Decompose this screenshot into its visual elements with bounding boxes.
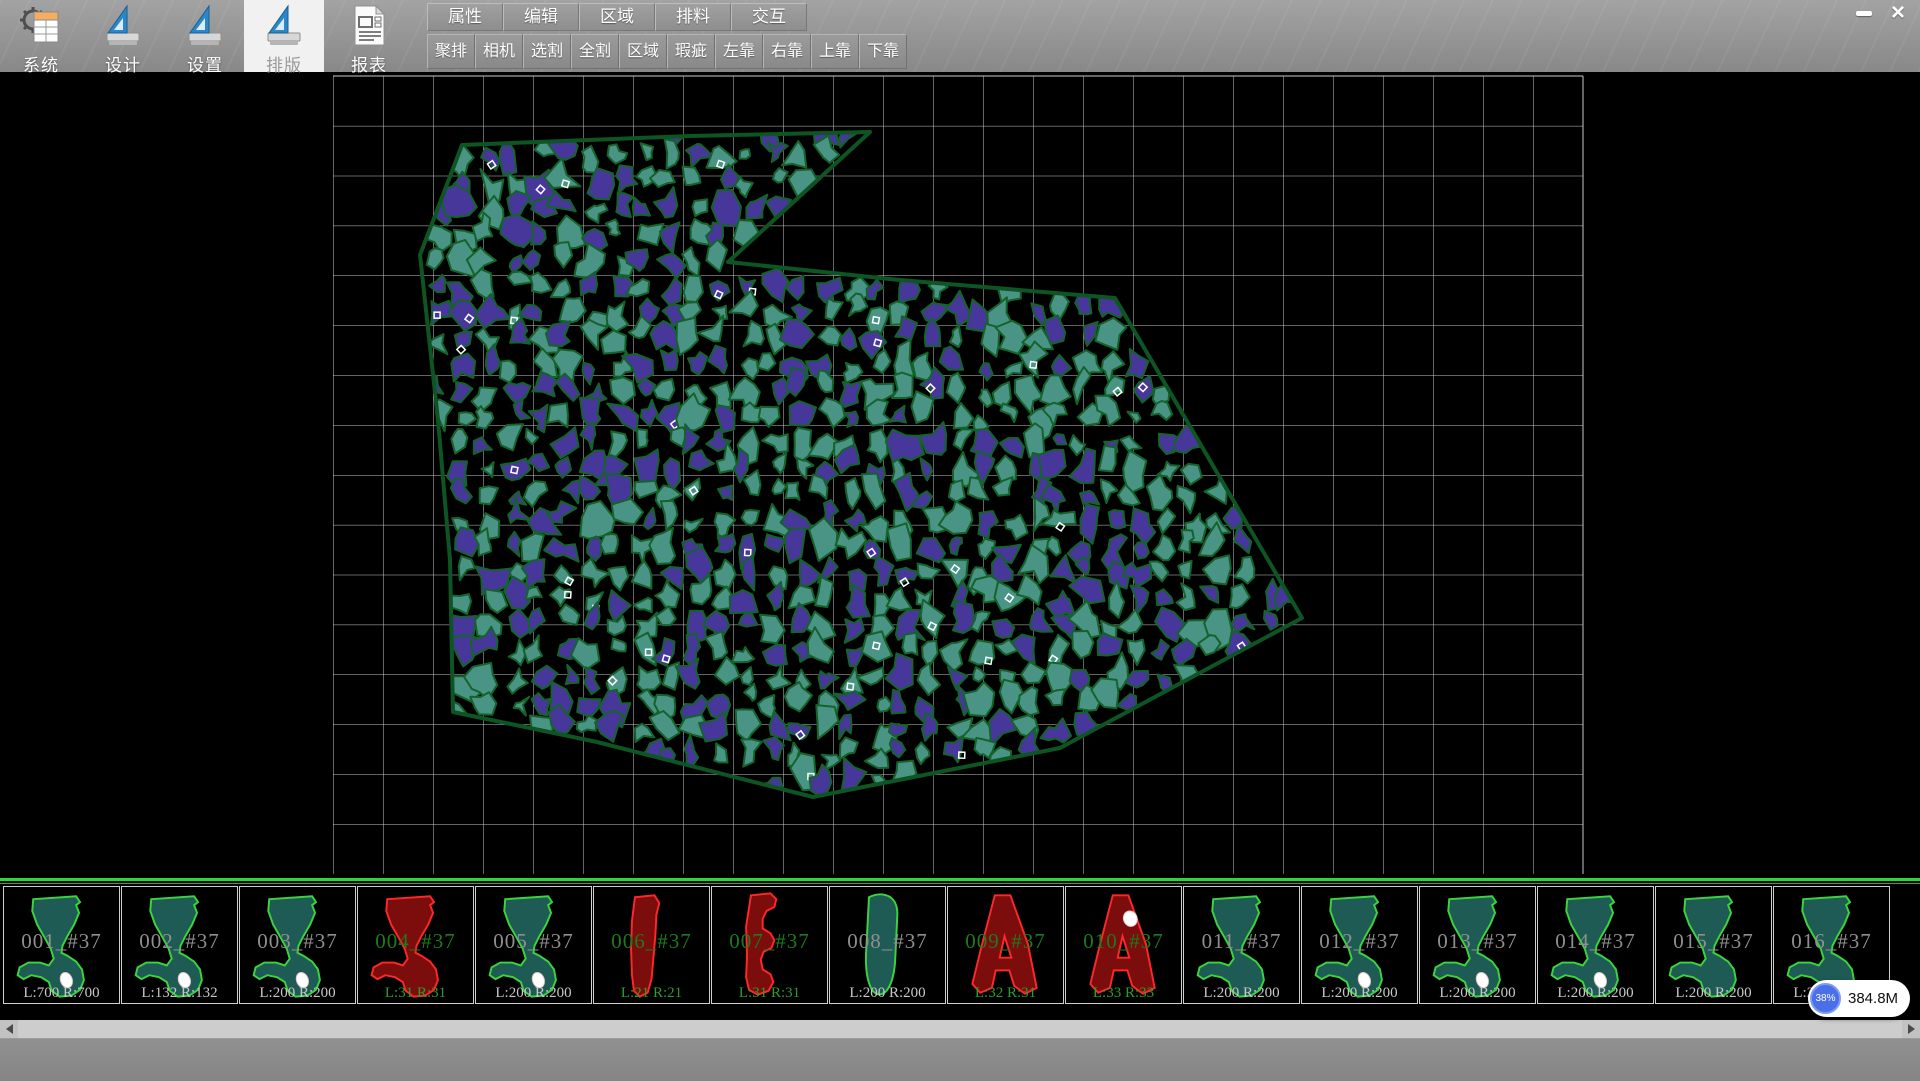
part-thumbnail[interactable]: 008_#37 L:200 R:200 bbox=[829, 886, 946, 1004]
part-id-label: 002_#37 bbox=[122, 929, 237, 954]
part-id-label: 011_#37 bbox=[1184, 929, 1299, 954]
triangle-ruler-icon bbox=[244, 0, 324, 51]
part-thumbnail[interactable]: 006_#37 L:21 R:21 bbox=[593, 886, 710, 1004]
part-thumbnail-strip: 001_#37L:700 R:700002_#37L:132 R:132003_… bbox=[0, 878, 1920, 1008]
part-thumbnail-list: 001_#37L:700 R:700002_#37L:132 R:132003_… bbox=[3, 886, 1891, 1006]
nav-design[interactable]: 设计 bbox=[84, 0, 162, 72]
part-thumbnail[interactable]: 005_#37 L:200 R:200 bbox=[475, 886, 592, 1004]
part-thumbnail[interactable]: 013_#37 L:200 R:200 bbox=[1419, 886, 1536, 1004]
part-thumbnail[interactable]: 001_#37 L:700 R:700 bbox=[3, 886, 120, 1004]
toolbar: 系统 设计 设置 bbox=[0, 0, 1920, 73]
tab-properties[interactable]: 属性 bbox=[427, 3, 503, 31]
part-lr-label: L:200 R:200 bbox=[476, 985, 591, 1002]
part-lr-label: L:32 R:31 bbox=[948, 985, 1063, 1002]
part-thumbnail[interactable]: 011_#37 L:200 R:200 bbox=[1183, 886, 1300, 1004]
part-id-label: 005_#37 bbox=[476, 929, 591, 954]
part-id-label: 003_#37 bbox=[240, 929, 355, 954]
tab-interactive[interactable]: 交互 bbox=[731, 3, 807, 31]
system-gear-icon bbox=[2, 0, 80, 51]
part-id-label: 006_#37 bbox=[594, 929, 709, 954]
part-thumbnail[interactable]: 003_#37 L:200 R:200 bbox=[239, 886, 356, 1004]
minimize-icon bbox=[1856, 11, 1872, 16]
nav-layout[interactable]: 排版 bbox=[244, 0, 324, 72]
nav-report[interactable]: 报表 bbox=[330, 0, 408, 72]
triangle-ruler-icon bbox=[84, 0, 162, 51]
part-id-label: 016_#37 bbox=[1774, 929, 1889, 954]
part-lr-label: L:700 R:700 bbox=[4, 985, 119, 1002]
tool-snap-bottom[interactable]: 下靠 bbox=[859, 34, 907, 69]
tool-snap-left[interactable]: 左靠 bbox=[715, 34, 763, 69]
scroll-left-button[interactable] bbox=[0, 1020, 18, 1038]
part-id-label: 008_#37 bbox=[830, 929, 945, 954]
part-lr-label: L:200 R:200 bbox=[1184, 985, 1299, 1002]
progress-ring: 38% bbox=[1810, 983, 1841, 1014]
tool-snap-right[interactable]: 右靠 bbox=[763, 34, 811, 69]
part-thumbnail[interactable]: 010_#37 L:33 R:33 bbox=[1065, 886, 1182, 1004]
hide-layout-svg bbox=[0, 72, 1920, 878]
tab-nesting[interactable]: 排料 bbox=[655, 3, 731, 31]
nesting-canvas[interactable] bbox=[0, 72, 1920, 878]
part-thumbnail[interactable]: 004_#37 L:31 R:31 bbox=[357, 886, 474, 1004]
strip-divider-line bbox=[0, 878, 1920, 881]
tool-defect[interactable]: 瑕疵 bbox=[667, 34, 715, 69]
part-lr-label: L:31 R:31 bbox=[712, 985, 827, 1002]
arrow-left-icon bbox=[6, 1024, 13, 1034]
part-lr-label: L:200 R:200 bbox=[830, 985, 945, 1002]
status-badge[interactable]: 38% 384.8M bbox=[1808, 980, 1910, 1017]
strip-divider-line2 bbox=[0, 883, 1920, 884]
scroll-right-button[interactable] bbox=[1902, 1020, 1920, 1038]
tool-snap-top[interactable]: 上靠 bbox=[811, 34, 859, 69]
part-id-label: 010_#37 bbox=[1066, 929, 1181, 954]
part-thumbnail[interactable]: 009_#37 L:32 R:31 bbox=[947, 886, 1064, 1004]
tool-cut-all[interactable]: 全割 bbox=[571, 34, 619, 69]
status-bar bbox=[0, 1038, 1920, 1081]
part-id-label: 007_#37 bbox=[712, 929, 827, 954]
part-lr-label: L:200 R:200 bbox=[1302, 985, 1417, 1002]
arrow-right-icon bbox=[1908, 1024, 1915, 1034]
part-lr-label: L:200 R:200 bbox=[240, 985, 355, 1002]
tool-select-cut[interactable]: 选割 bbox=[523, 34, 571, 69]
part-id-label: 013_#37 bbox=[1420, 929, 1535, 954]
tab-region[interactable]: 区域 bbox=[579, 3, 655, 31]
close-button[interactable]: × bbox=[1884, 2, 1912, 24]
part-id-label: 014_#37 bbox=[1538, 929, 1653, 954]
nav-settings[interactable]: 设置 bbox=[166, 0, 244, 72]
part-lr-label: L:33 R:33 bbox=[1066, 985, 1181, 1002]
report-document-icon bbox=[330, 0, 408, 51]
progress-percent: 38% bbox=[1815, 993, 1835, 1004]
tool-camera[interactable]: 相机 bbox=[475, 34, 523, 69]
part-id-label: 009_#37 bbox=[948, 929, 1063, 954]
part-thumbnail[interactable]: 015_#37 L:200 R:200 bbox=[1655, 886, 1772, 1004]
nav-system[interactable]: 系统 bbox=[2, 0, 80, 72]
part-lr-label: L:132 R:132 bbox=[122, 985, 237, 1002]
part-id-label: 004_#37 bbox=[358, 929, 473, 954]
tool-region[interactable]: 区域 bbox=[619, 34, 667, 69]
tab-edit[interactable]: 编辑 bbox=[503, 3, 579, 31]
memory-value: 384.8M bbox=[1848, 990, 1898, 1007]
part-id-label: 012_#37 bbox=[1302, 929, 1417, 954]
part-lr-label: L:21 R:21 bbox=[594, 985, 709, 1002]
part-id-label: 001_#37 bbox=[4, 929, 119, 954]
part-lr-label: L:200 R:200 bbox=[1538, 985, 1653, 1002]
part-thumbnail[interactable]: 007_#37 L:31 R:31 bbox=[711, 886, 828, 1004]
horizontal-scrollbar[interactable] bbox=[0, 1020, 1920, 1038]
minimize-button[interactable] bbox=[1850, 2, 1878, 24]
part-thumbnail[interactable]: 002_#37 L:132 R:132 bbox=[121, 886, 238, 1004]
part-lr-label: L:31 R:31 bbox=[358, 985, 473, 1002]
part-lr-label: L:200 R:200 bbox=[1420, 985, 1535, 1002]
close-icon: × bbox=[1891, 3, 1905, 23]
part-thumbnail[interactable]: 012_#37 L:200 R:200 bbox=[1301, 886, 1418, 1004]
part-id-label: 015_#37 bbox=[1656, 929, 1771, 954]
triangle-ruler-icon bbox=[166, 0, 244, 51]
part-thumbnail[interactable]: 014_#37 L:200 R:200 bbox=[1537, 886, 1654, 1004]
part-lr-label: L:200 R:200 bbox=[1656, 985, 1771, 1002]
tool-cluster-nest[interactable]: 聚排 bbox=[427, 34, 475, 69]
